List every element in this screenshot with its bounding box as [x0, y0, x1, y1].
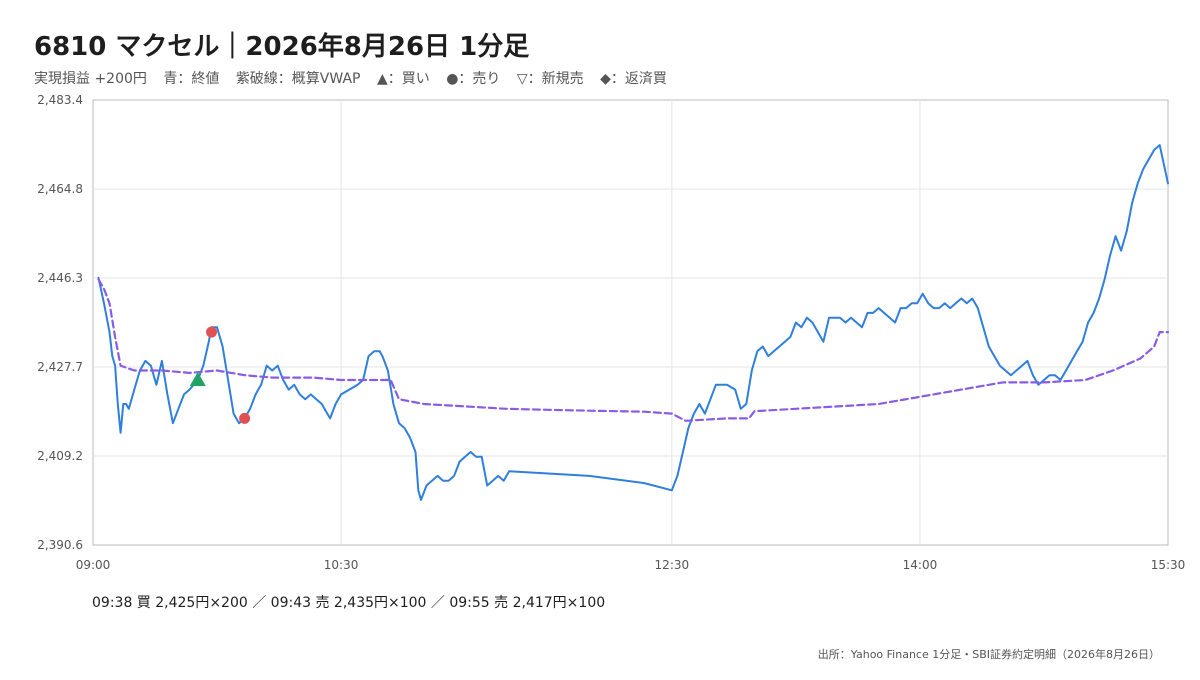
source-note: 出所：Yahoo Finance 1分足・SBI証券約定明細（2026年8月26… [817, 648, 1160, 661]
x-tick-label: 12:30 [655, 558, 690, 572]
x-tick-label: 09:00 [76, 558, 111, 572]
y-tick-label: 2,483.4 [37, 93, 83, 107]
plot-frame [92, 99, 1169, 546]
y-tick-label: 2,390.6 [37, 538, 83, 552]
x-tick-label: 15:30 [1151, 558, 1186, 572]
sell-marker-icon [206, 326, 218, 338]
sell-marker-icon [239, 412, 251, 424]
price-chart: 2,390.6 2,409.2 2,427.7 2,446.3 2,464.8 2,483… [37, 93, 1186, 572]
buy-marker-icon [189, 372, 206, 387]
close-series-line [97, 144, 1169, 501]
y-tick-label: 2,409.2 [37, 449, 83, 463]
vwap-series-line [97, 278, 1170, 422]
y-tick-label: 2,446.3 [37, 271, 83, 285]
x-tick-label: 14:00 [903, 558, 938, 572]
trade-summary: 09:38 買 2,425円×200 ／ 09:43 売 2,435円×100 … [92, 595, 606, 611]
y-tick-label: 2,464.8 [37, 182, 83, 196]
y-tick-label: 2,427.7 [37, 360, 83, 374]
x-tick-label: 10:30 [324, 558, 359, 572]
